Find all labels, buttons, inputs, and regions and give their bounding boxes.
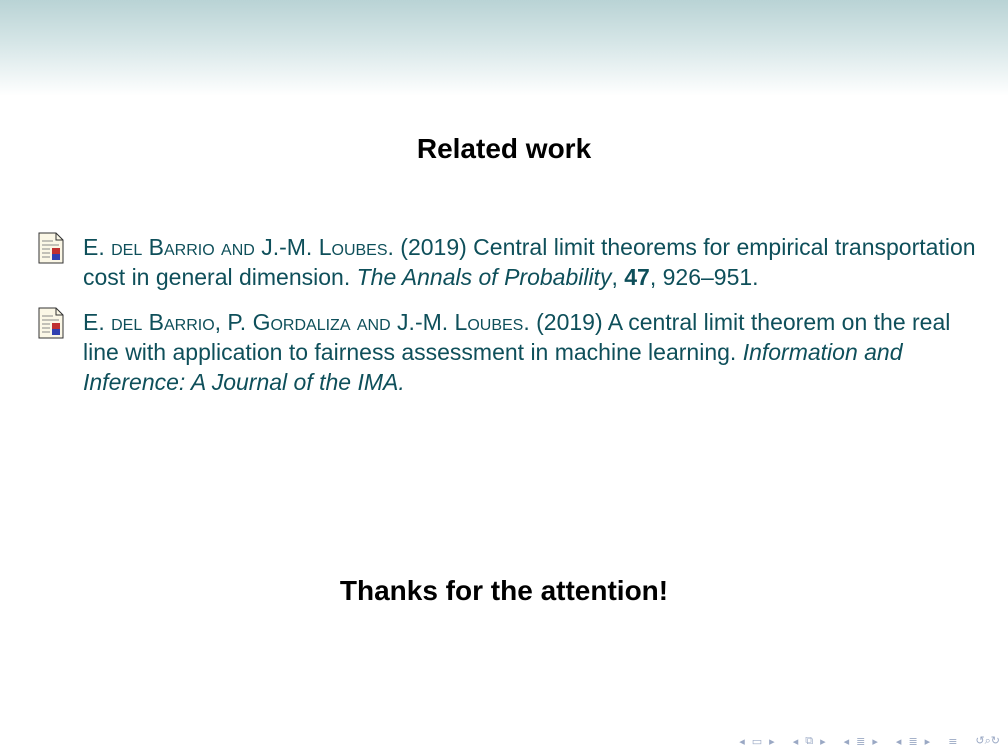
reference-text: E. del Barrio and J.-M. Loubes. (2019) C…	[83, 232, 988, 292]
article-icon	[38, 232, 64, 264]
toc-icon[interactable]: ≡	[946, 735, 959, 748]
ref-authors: del Barrio and J.-M. Loubes	[111, 234, 388, 260]
frame-icon[interactable]: ▭	[750, 735, 764, 748]
search-icon[interactable]: ↺⌕↻	[973, 734, 1002, 748]
nav-prev-icon[interactable]: ◂	[894, 735, 904, 748]
frame-title: Related work	[416, 133, 592, 164]
ref-part: E.	[83, 309, 112, 335]
nav-next-icon[interactable]: ▸	[767, 735, 777, 748]
ref-journal: The Annals of Probability	[356, 264, 612, 290]
reference-item: E. del Barrio, P. Gordaliza and J.-M. Lo…	[38, 307, 988, 397]
ref-authors: del Barrio, P. Gordaliza and J.-M. Loube…	[111, 309, 524, 335]
reference-list: E. del Barrio and J.-M. Loubes. (2019) C…	[38, 232, 988, 412]
article-icon	[38, 307, 64, 339]
reference-item: E. del Barrio and J.-M. Loubes. (2019) C…	[38, 232, 988, 292]
reference-text: E. del Barrio, P. Gordaliza and J.-M. Lo…	[83, 307, 988, 397]
closing-text: Thanks for the attention!	[339, 575, 669, 606]
ref-part: E.	[83, 234, 112, 260]
section-icon[interactable]: ≣	[906, 735, 919, 748]
beamer-navigation: ◂ ▭ ▸ ◂ ⧉ ▸ ◂ ≣ ▸ ◂ ≣ ▸ ≡ ↺⌕↻	[737, 732, 1002, 750]
nav-next-icon[interactable]: ▸	[923, 735, 933, 748]
ref-part: ,	[611, 264, 625, 290]
subsection-icon[interactable]: ⧉	[803, 734, 815, 748]
nav-next-icon[interactable]: ▸	[870, 735, 880, 748]
nav-prev-icon[interactable]: ◂	[842, 735, 852, 748]
nav-next-icon[interactable]: ▸	[818, 735, 828, 748]
ref-pages: , 926–951.	[649, 264, 759, 290]
header-band	[0, 0, 1008, 96]
nav-prev-icon[interactable]: ◂	[791, 735, 801, 748]
ref-volume: 47	[624, 264, 650, 290]
section-icon[interactable]: ≣	[854, 735, 867, 748]
nav-prev-icon[interactable]: ◂	[737, 735, 747, 748]
